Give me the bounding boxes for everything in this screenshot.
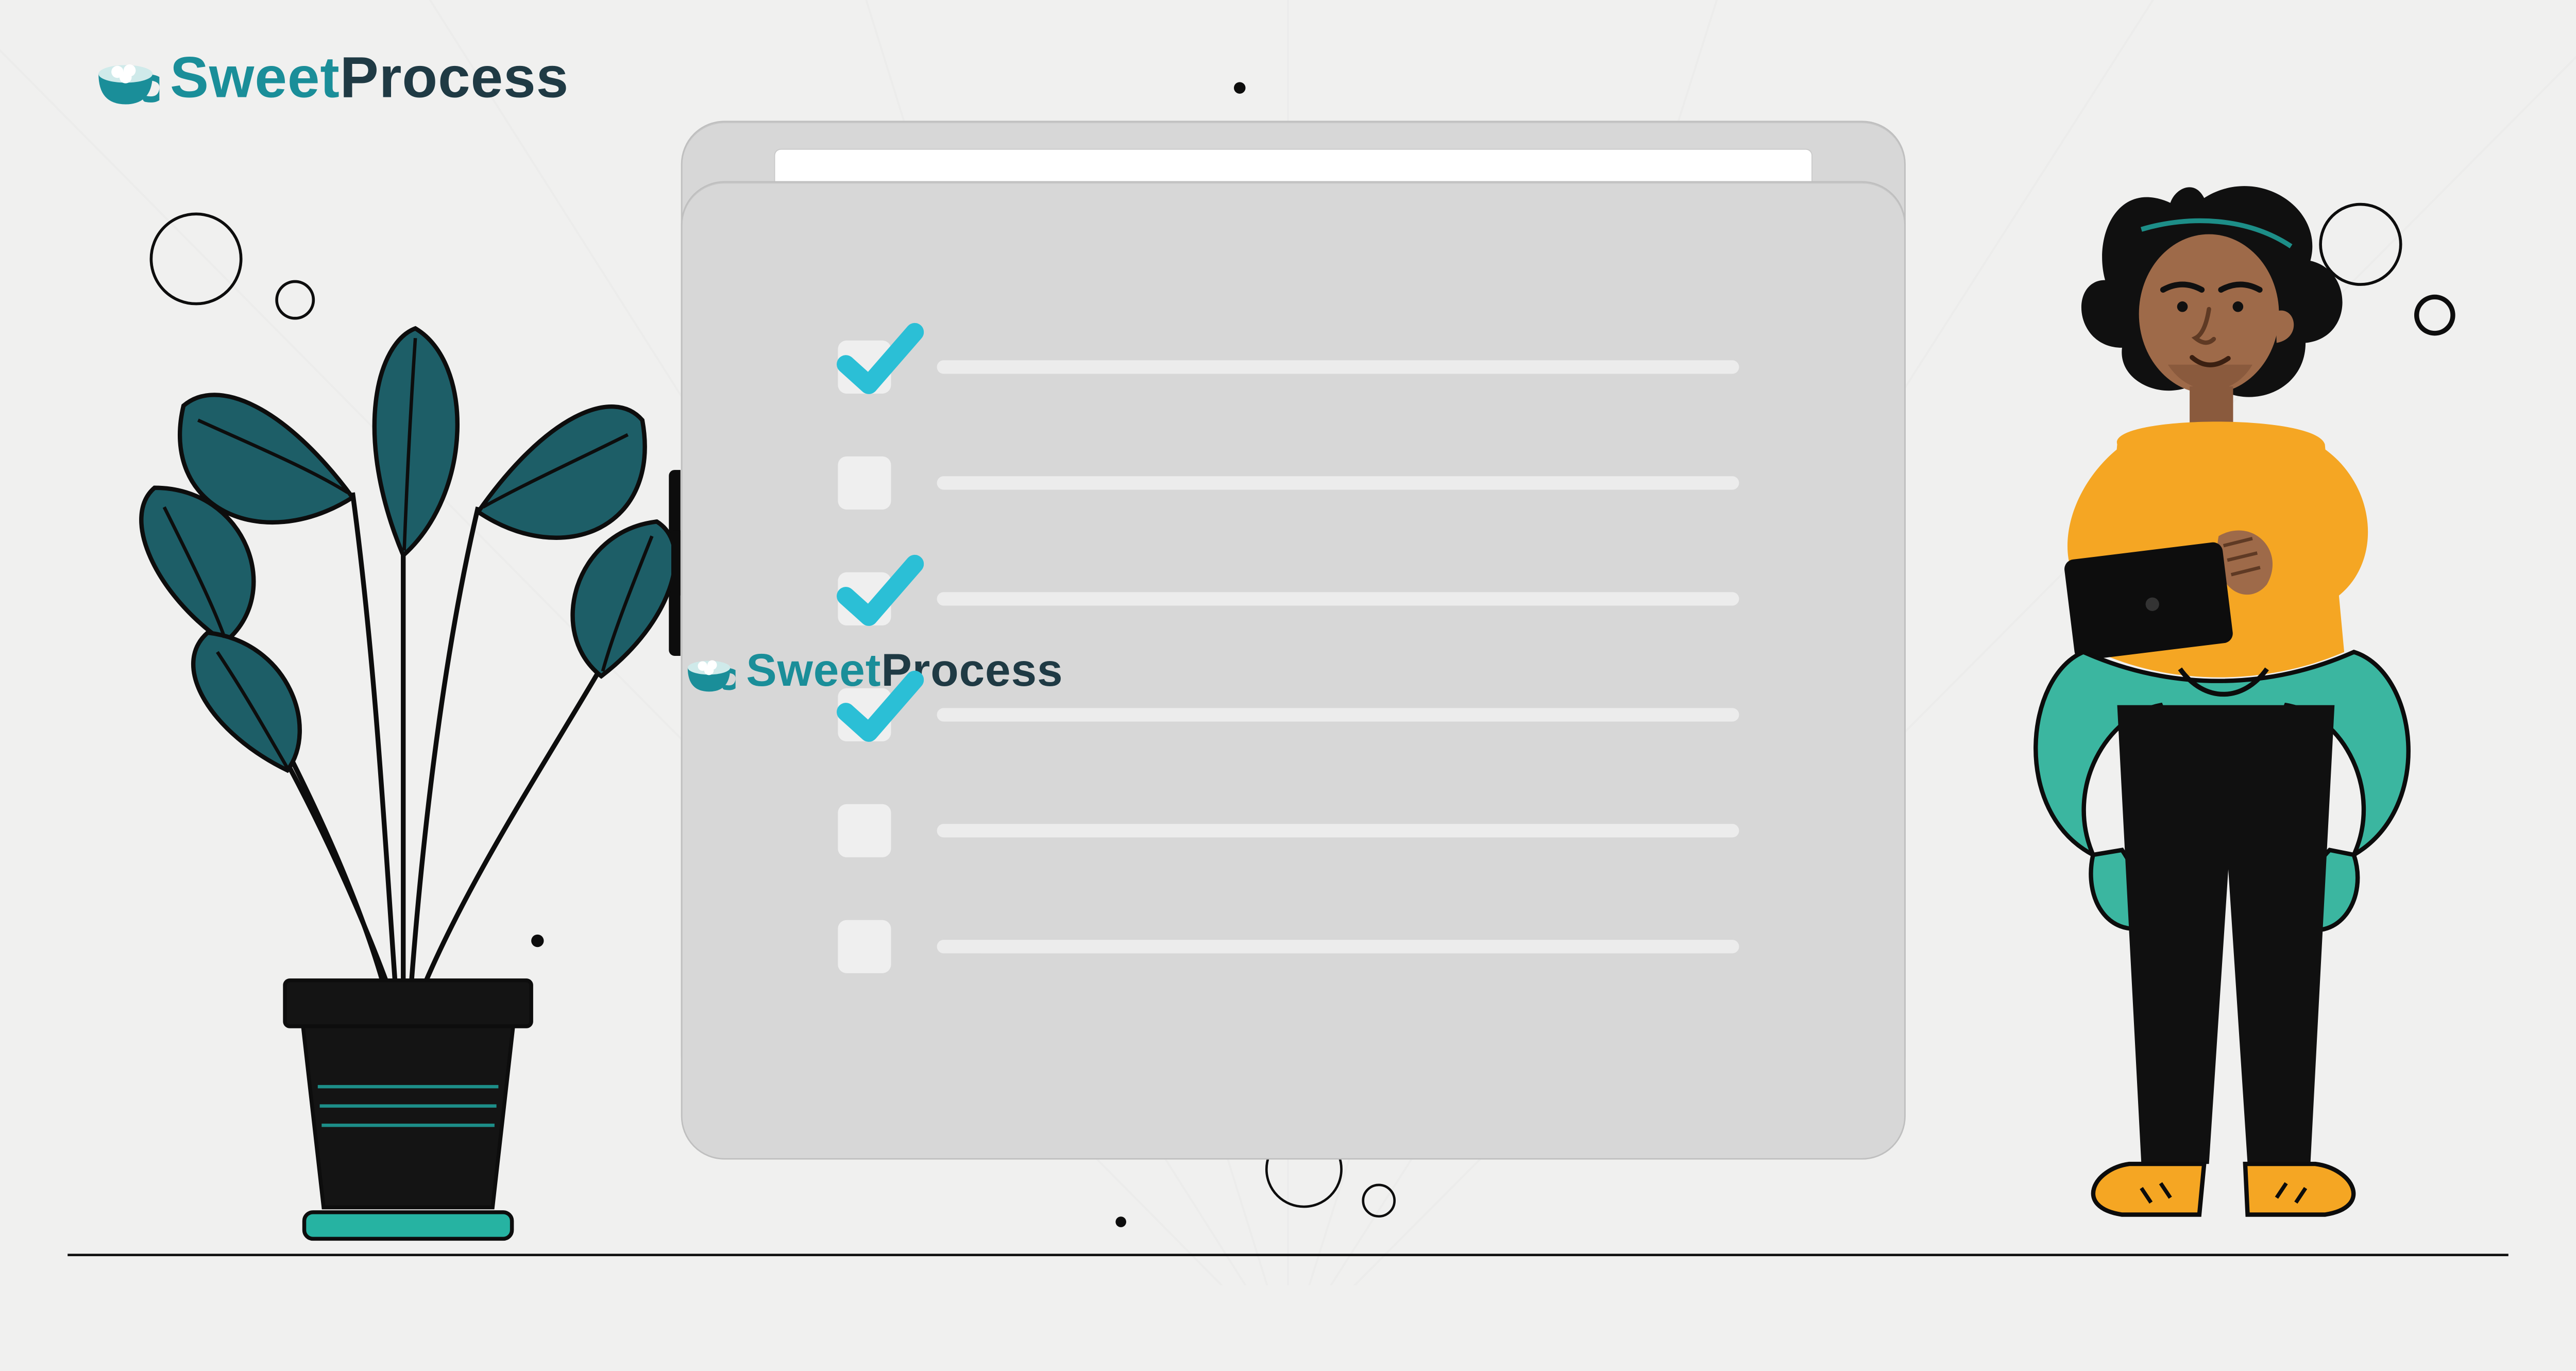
checklist-row [838, 425, 1739, 541]
potted-plant-illustration [126, 285, 671, 1256]
cup-icon [92, 43, 159, 111]
checklist-line [937, 940, 1739, 953]
checklist-row [838, 889, 1739, 1005]
checkbox-checked[interactable] [838, 688, 891, 741]
checklist-row [838, 309, 1739, 425]
decor-dot [1115, 1216, 1126, 1227]
ground-line [67, 1254, 2509, 1256]
checklist-line [937, 708, 1739, 721]
checklist-line [937, 824, 1739, 837]
brand-word-1: Sweet [170, 45, 340, 110]
checkmark-icon [832, 659, 924, 751]
checklist-line [937, 476, 1739, 489]
checkbox-unchecked[interactable] [838, 456, 891, 510]
decor-ring [1362, 1184, 1396, 1218]
brand-word-2: Process [340, 45, 569, 110]
checkbox-checked[interactable] [838, 341, 891, 394]
tablet-screen: SweetProcess [774, 149, 1812, 1071]
checkbox-unchecked[interactable] [838, 804, 891, 857]
checkbox-unchecked[interactable] [838, 920, 891, 973]
checklist-row [838, 773, 1739, 889]
checkmark-icon [832, 312, 924, 403]
cup-icon [683, 644, 736, 697]
checkbox-checked[interactable] [838, 572, 891, 625]
checklist [838, 309, 1739, 1005]
brand-logo-corner: SweetProcess [92, 43, 569, 111]
checklist-row [838, 541, 1739, 657]
checklist-row [838, 657, 1739, 773]
person-illustration [1996, 145, 2431, 1256]
checklist-line [937, 592, 1739, 605]
checklist-line [937, 360, 1739, 374]
tablet-device: SweetProcess [681, 121, 1906, 1099]
checkmark-icon [832, 544, 924, 635]
decor-dot [1234, 82, 1245, 93]
